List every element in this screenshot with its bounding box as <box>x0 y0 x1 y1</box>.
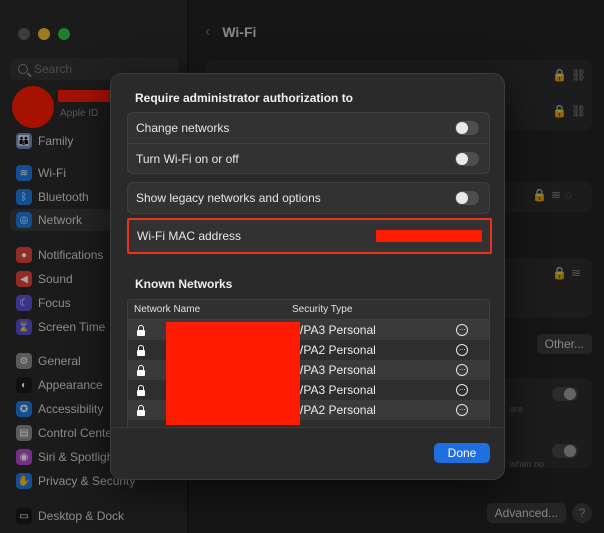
wifi-details-sheet: Require administrator authorization to C… <box>110 73 505 480</box>
auth-row-label: Change networks <box>136 121 230 135</box>
legacy-settings-group: Show legacy networks and options <box>127 182 490 214</box>
more-options-icon[interactable]: ··· <box>456 404 468 416</box>
table-header: Network Name Security Type <box>128 300 489 320</box>
mac-address-row: Wi-Fi MAC address <box>127 218 492 254</box>
lock-icon <box>136 384 146 396</box>
lock-icon <box>136 344 146 356</box>
legacy-label: Show legacy networks and options <box>136 191 321 205</box>
more-options-icon[interactable]: ··· <box>456 384 468 396</box>
known-networks-table: Network Name Security Type WPA3 Personal… <box>127 299 490 429</box>
mac-address-label: Wi-Fi MAC address <box>137 229 242 243</box>
security-type-cell: WPA3 Personal <box>292 383 376 397</box>
auth-row-turn-wifi: Turn Wi-Fi on or off <box>128 143 489 173</box>
known-networks-heading: Known Networks <box>135 277 233 291</box>
auth-heading: Require administrator authorization to <box>135 91 354 105</box>
security-type-cell: WPA2 Personal <box>292 403 376 417</box>
column-header-security[interactable]: Security Type <box>292 304 489 315</box>
redacted-network-names <box>166 322 300 425</box>
column-header-name[interactable]: Network Name <box>128 304 292 315</box>
lock-icon <box>136 324 146 336</box>
system-settings-window: Search Apple ID 👪 Family ≋ Wi-Fi ᛒ Bluetooth ◎… <box>0 0 604 533</box>
legacy-networks-toggle[interactable] <box>455 191 479 205</box>
security-type-cell: WPA2 Personal <box>292 343 376 357</box>
security-type-cell: WPA3 Personal <box>292 323 376 337</box>
auth-row-label: Turn Wi-Fi on or off <box>136 151 239 166</box>
more-options-icon[interactable]: ··· <box>456 344 468 356</box>
sheet-footer: Done <box>111 427 504 479</box>
lock-icon <box>136 404 146 416</box>
turn-wifi-toggle[interactable] <box>455 151 479 166</box>
auth-row-change-networks: Change networks <box>128 113 489 143</box>
redacted-mac-address <box>376 230 482 242</box>
legacy-row: Show legacy networks and options <box>128 183 489 213</box>
change-networks-toggle[interactable] <box>455 121 479 135</box>
more-options-icon[interactable]: ··· <box>456 364 468 376</box>
done-button[interactable]: Done <box>434 443 490 463</box>
auth-settings-group: Change networks Turn Wi-Fi on or off <box>127 112 490 174</box>
security-type-cell: WPA3 Personal <box>292 363 376 377</box>
lock-icon <box>136 364 146 376</box>
more-options-icon[interactable]: ··· <box>456 324 468 336</box>
